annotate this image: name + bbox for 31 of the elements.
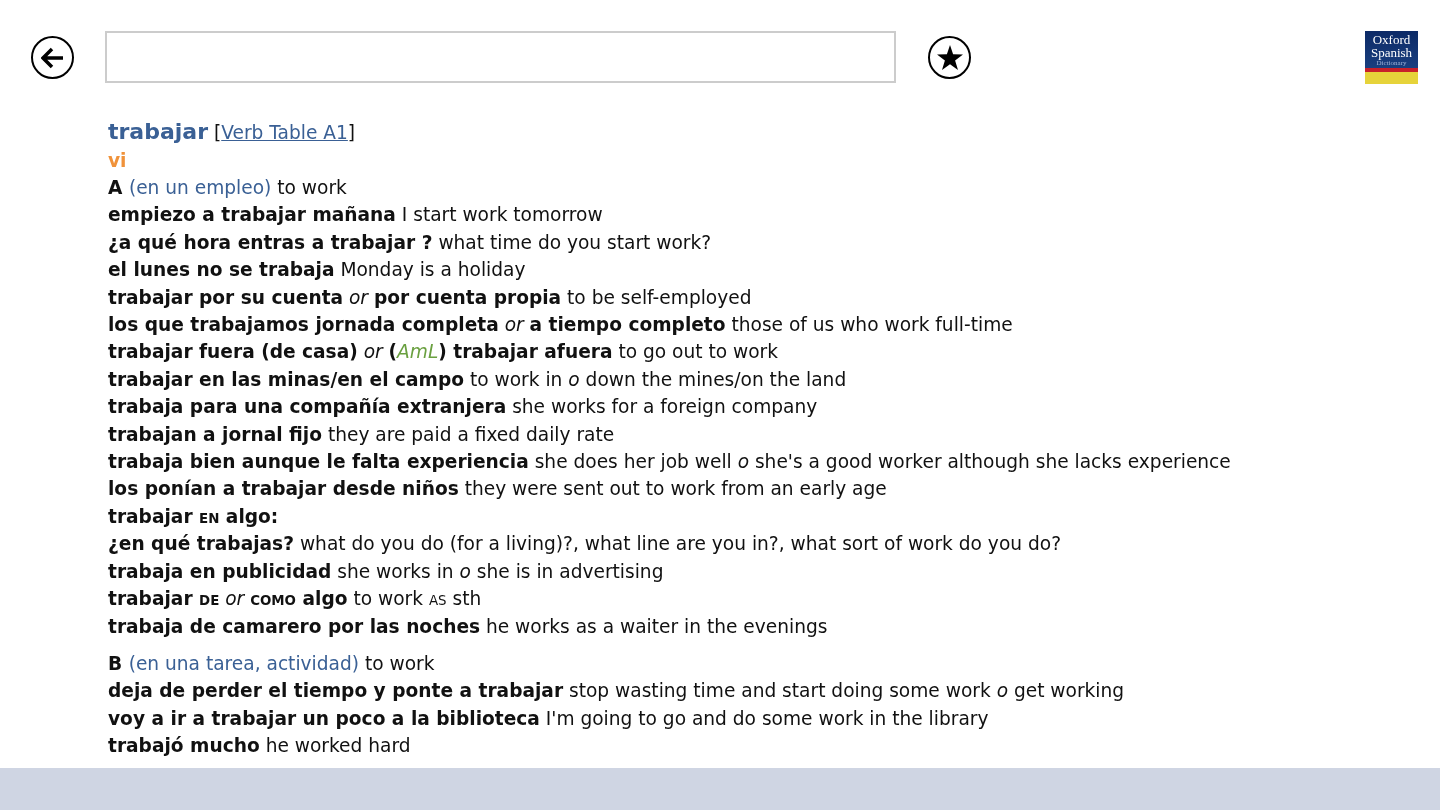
sense-line: B (en una tarea, actividad) to work (108, 651, 436, 676)
example-line: trabaja para una compañía extranjera she works for a foreign company (108, 395, 819, 420)
example-line: trabajar por su cuenta or por cuenta propia to be self-employed (108, 285, 753, 310)
example-line: trabajar en las minas/en el campo to work in o down the mines/on the land (108, 367, 848, 392)
example-line: el lunes no se trabaja Monday is a holiday (108, 258, 527, 283)
logo-text: Spanish (1370, 46, 1413, 59)
example-line: los ponían a trabajar desde niños they were sent out to work from an early age (108, 477, 888, 502)
back-arrow-icon (40, 46, 65, 69)
example-line: trabaja en publicidad she works in o she is in advertising (108, 559, 665, 584)
star-icon (936, 45, 963, 70)
example-line: voy a ir a trabajar un poco a la biblioteca I'm going to go and do some work in the library (108, 706, 990, 731)
back-button[interactable] (31, 36, 74, 79)
example-line: ¿a qué hora entras a trabajar ? what time do you start work? (108, 230, 713, 255)
example-line: trabajar EN algo: (108, 504, 280, 529)
part-of-speech: vi (108, 149, 128, 173)
example-line: trabajó mucho he worked hard (108, 734, 412, 759)
logo-text: Oxford (1372, 33, 1411, 46)
example-line: empiezo a trabajar mañana I start work tomorrow (108, 203, 604, 228)
example-line: trabaja bien aunque le falta experiencia she does her job well o she's a good worker although she lacks experience (108, 450, 1232, 475)
favorite-button[interactable] (928, 36, 971, 79)
verb-table-link[interactable]: Verb Table A1 (221, 122, 348, 143)
sense-line: A (en un empleo) to work (108, 176, 348, 200)
search-field[interactable] (105, 31, 896, 83)
example-line: ¿en qué trabajas? what do you do (for a living)?, what line are you in?, what sort of work do you do? (108, 532, 1062, 557)
example-line: trabajar DE or COMO algo to work AS sth (108, 587, 483, 612)
example-line: trabajan a jornal fijo they are paid a fixed daily rate (108, 422, 616, 447)
example-line: los que trabajamos jornada completa or a tiempo completo those of us who work full-time (108, 313, 1014, 338)
example-line: trabaja de camarero por las noches he works as a waiter in the evenings (108, 614, 829, 639)
headword-line: trabajar [Verb Table A1] (108, 118, 357, 146)
example-line: deja de perder el tiempo y ponte a trabajar stop wasting time and start doing some work o get working (108, 679, 1126, 704)
example-line: trabajar fuera (de casa) or (AmL) trabajar afuera to go out to work (108, 340, 779, 365)
